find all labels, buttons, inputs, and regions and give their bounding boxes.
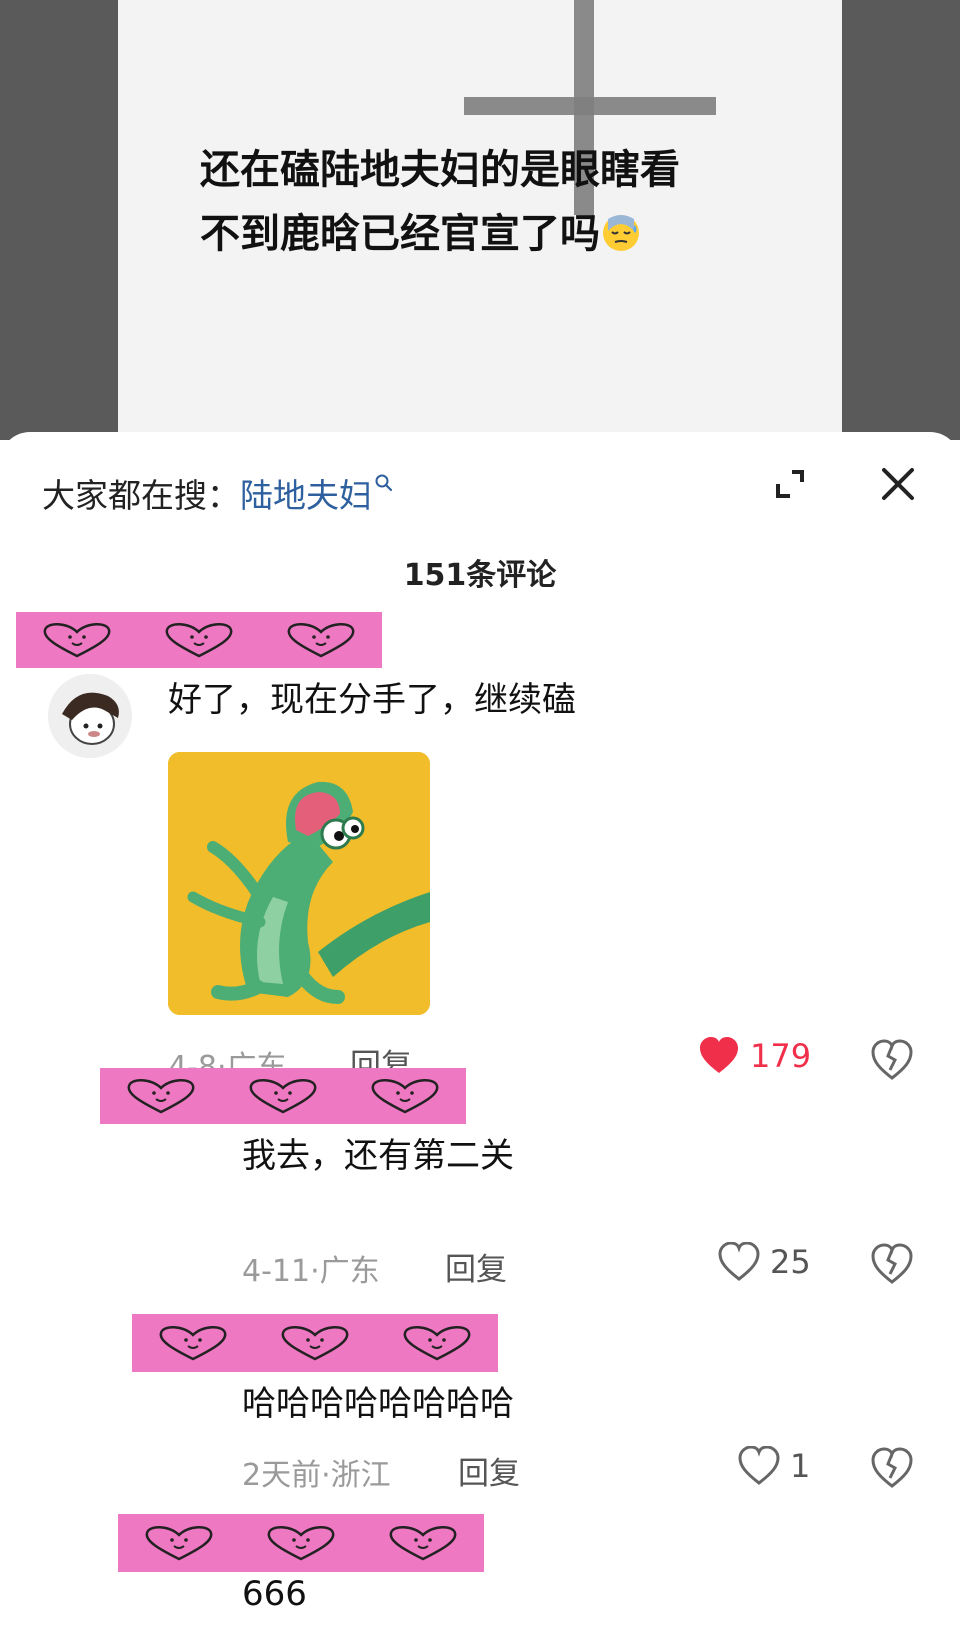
search-term-link[interactable]: 陆地夫妇	[240, 476, 372, 515]
expand-icon[interactable]	[770, 464, 810, 504]
comment-text: 我去，还有第二关	[242, 1136, 514, 1176]
username-cover	[16, 612, 382, 668]
like-button[interactable]: 179	[698, 1036, 811, 1076]
doodle-heart-icon	[159, 1326, 227, 1361]
doodle-heart-icon	[165, 623, 233, 658]
comment-meta: 4-11·广东	[242, 1254, 380, 1289]
cross-decoration-bar	[464, 97, 716, 115]
avatar[interactable]	[48, 674, 132, 758]
broken-heart-icon[interactable]	[870, 1446, 914, 1490]
heart-icon	[700, 1037, 738, 1073]
crocodile-sticker-image[interactable]	[168, 752, 430, 1015]
doodle-heart-icon	[389, 1526, 457, 1561]
trending-search: 大家都在搜：陆地夫妇	[42, 462, 394, 517]
comment-text: 好了，现在分手了，继续磕	[168, 680, 576, 720]
like-count: 1	[790, 1447, 811, 1485]
comment-text: 哈哈哈哈哈哈哈哈	[242, 1384, 514, 1424]
caption-line-1: 还在磕陆地夫妇的是眼瞎看	[200, 147, 680, 193]
doodle-heart-icon	[43, 623, 111, 658]
video-caption: 还在磕陆地夫妇的是眼瞎看 不到鹿晗已经官宣了吗	[200, 138, 800, 272]
like-button[interactable]: 1	[738, 1446, 810, 1486]
video-player[interactable]: 还在磕陆地夫妇的是眼瞎看 不到鹿晗已经官宣了吗	[0, 0, 960, 440]
comment-sheet: 大家都在搜：陆地夫妇 151条评论 好了，现在分手了，继续磕 回复 179 我去…	[0, 432, 960, 1638]
like-count: 25	[770, 1243, 811, 1281]
username-cover	[132, 1314, 498, 1372]
doodle-heart-icon	[281, 1326, 349, 1361]
doodle-heart-icon	[127, 1079, 195, 1114]
doodle-heart-icon	[145, 1526, 213, 1561]
close-icon[interactable]	[876, 462, 920, 506]
username-cover	[118, 1514, 484, 1572]
comment-meta: 2天前·浙江	[242, 1458, 391, 1493]
doodle-heart-icon	[249, 1079, 317, 1114]
doodle-heart-icon	[371, 1079, 439, 1114]
reply-button[interactable]: 回复	[445, 1244, 507, 1289]
like-button[interactable]: 25	[718, 1242, 811, 1282]
username-cover	[100, 1068, 466, 1124]
search-icon[interactable]	[374, 462, 394, 501]
caption-line-2: 不到鹿晗已经官宣了吗	[200, 202, 800, 272]
search-prefix: 大家都在搜：	[42, 476, 240, 515]
broken-heart-icon[interactable]	[870, 1242, 914, 1286]
comment-count: 151条评论	[403, 558, 557, 593]
doodle-heart-icon	[287, 623, 355, 658]
heart-icon	[718, 1242, 760, 1281]
doodle-heart-icon	[403, 1326, 471, 1361]
doodle-heart-icon	[267, 1526, 335, 1561]
like-count: 179	[750, 1037, 812, 1075]
comment-text: 666	[242, 1574, 307, 1614]
broken-heart-icon[interactable]	[870, 1038, 914, 1082]
heart-icon	[738, 1446, 780, 1485]
sweat-face-emoji-icon	[600, 208, 642, 272]
reply-button[interactable]: 回复	[458, 1448, 520, 1493]
